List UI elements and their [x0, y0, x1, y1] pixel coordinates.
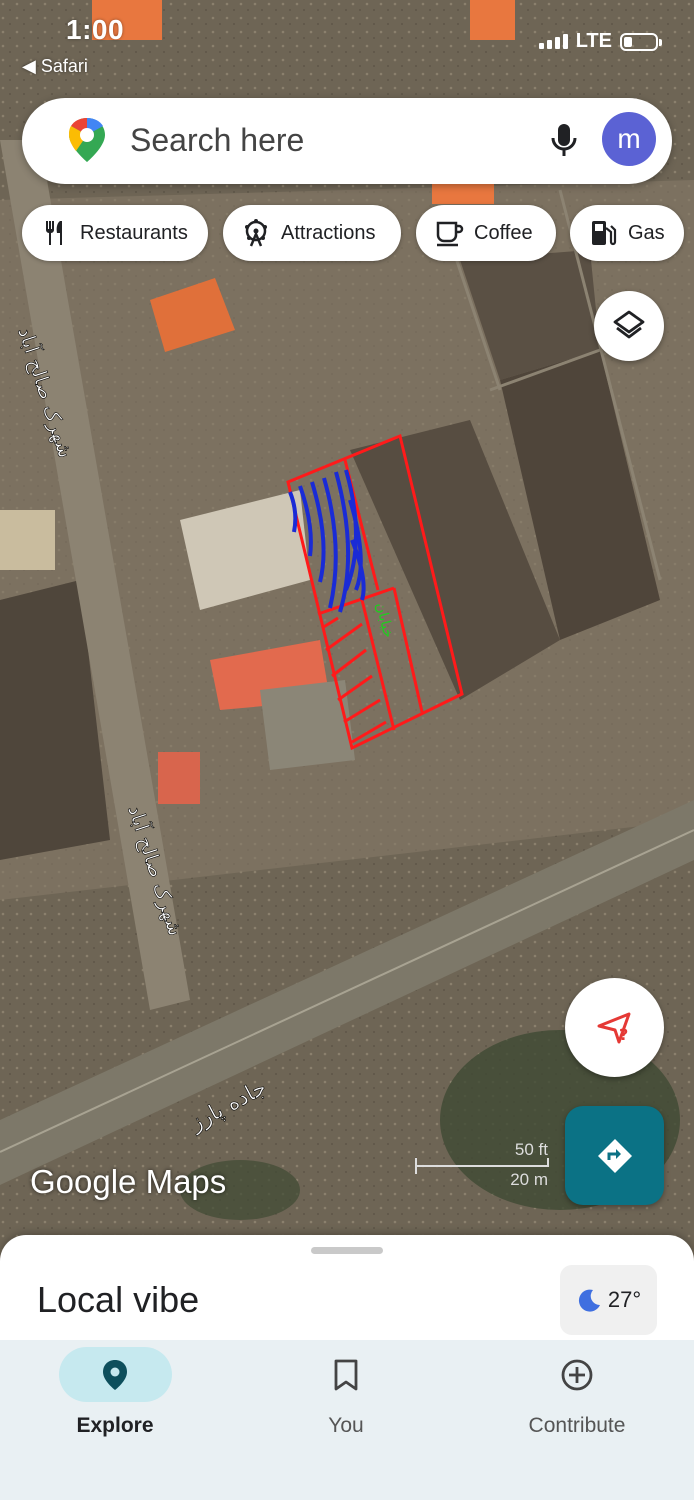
coffee-icon: [436, 221, 464, 247]
add-circle-icon: [561, 1359, 593, 1391]
sheet-title: Local vibe: [37, 1279, 200, 1320]
status-indicators: LTE: [538, 30, 662, 53]
search-input[interactable]: Search here: [130, 122, 304, 159]
restaurant-icon: [46, 221, 62, 245]
back-to-safari-link[interactable]: ◀ Safari: [22, 56, 88, 77]
scale-meters: 20 m: [510, 1170, 548, 1189]
nav-explore[interactable]: Explore: [0, 1340, 230, 1450]
chip-label: Gas: [628, 221, 665, 244]
layers-icon: [613, 310, 645, 339]
nav-label: Explore: [76, 1414, 154, 1437]
location-pin-icon: [103, 1360, 127, 1390]
directions-icon: [597, 1138, 632, 1173]
chip-label: Coffee: [474, 221, 533, 244]
sheet-drag-handle[interactable]: [311, 1247, 383, 1254]
account-avatar[interactable]: m: [602, 112, 656, 166]
location-button[interactable]: ?: [565, 978, 664, 1077]
bottom-navigation: Explore You Contribute: [0, 1340, 694, 1500]
ferris-wheel-icon: [245, 219, 267, 247]
search-bar[interactable]: Search here m: [22, 98, 672, 184]
chip-attractions[interactable]: Attractions: [223, 205, 401, 261]
nav-label: You: [328, 1414, 364, 1437]
chip-gas[interactable]: Gas: [570, 205, 684, 261]
nav-contribute[interactable]: Contribute: [462, 1340, 692, 1450]
chip-label: Attractions: [281, 221, 376, 244]
network-type: LTE: [575, 30, 612, 52]
maps-logo-icon: [69, 118, 105, 162]
chip-coffee[interactable]: Coffee: [416, 205, 556, 261]
nav-you[interactable]: You: [231, 1340, 461, 1450]
directions-button[interactable]: [565, 1106, 664, 1205]
chip-label: Restaurants: [80, 221, 188, 244]
location-unknown-icon: ?: [597, 1012, 630, 1044]
moon-icon: [578, 1289, 600, 1312]
gas-pump-icon: [592, 221, 617, 246]
svg-text:?: ?: [619, 1025, 628, 1044]
chip-restaurants[interactable]: Restaurants: [22, 205, 208, 261]
layers-button[interactable]: [594, 291, 664, 361]
nav-label: Contribute: [528, 1414, 626, 1437]
map-scale: 50 ft 20 m: [412, 1140, 552, 1190]
status-time: 1:00: [66, 14, 125, 45]
signal-icon: [538, 34, 568, 49]
google-maps-logo: Google Maps: [30, 1163, 227, 1200]
weather-badge[interactable]: 27°: [560, 1265, 657, 1335]
bookmark-icon: [334, 1359, 358, 1391]
temperature: 27°: [607, 1287, 642, 1312]
battery-icon: [620, 32, 662, 51]
microphone-icon[interactable]: [542, 118, 586, 162]
